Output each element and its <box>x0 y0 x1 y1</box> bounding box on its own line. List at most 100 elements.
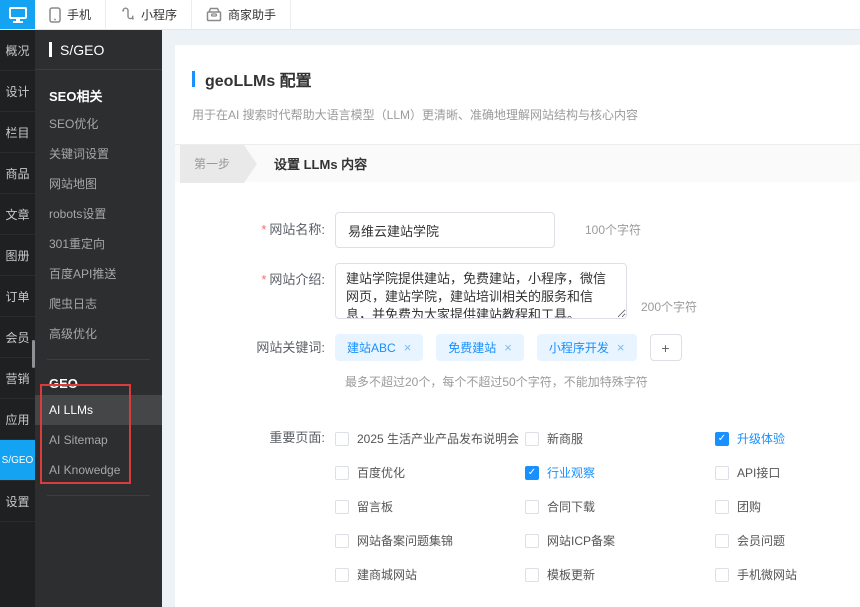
site-intro-row: * 网站介绍: 建站学院提供建站，免费建站，小程序，微信网页，建站学院，建站培训相… <box>175 263 860 319</box>
page-checkbox-item[interactable]: 网站ICP备案 <box>525 532 715 549</box>
checkbox-icon[interactable] <box>335 533 349 548</box>
keyword-tag: 免费建站 × <box>436 334 524 361</box>
page-checkbox-item[interactable]: ✓ 行业观察 <box>525 464 715 481</box>
page-checkbox-item[interactable]: 模板更新 <box>525 566 715 583</box>
secondary-sidebar: S/GEO SEO相关 SEO优化 关键词设置 网站地图 robots设置 301重定向百… <box>35 30 162 607</box>
page-checkbox-item[interactable]: 2025 生活产业产品发布说明会 <box>335 430 525 447</box>
page-checkbox-item[interactable]: 新商服 <box>525 430 715 447</box>
site-intro-hint: 200个字符 <box>641 300 698 314</box>
content-card: geoLLMs 配置 用于在AI 搜索时代帮助大语言模型（LLM）更清晰、准确地… <box>175 45 860 607</box>
checkbox-icon[interactable] <box>335 567 349 582</box>
remove-tag-icon[interactable]: × <box>617 340 625 355</box>
page-checkbox-item[interactable]: 网站备案问题集锦 <box>335 532 525 549</box>
site-name-row: *网站名称: 100个字符 <box>175 212 860 248</box>
checkbox-icon[interactable] <box>525 431 539 446</box>
page-checkbox-label: API接口 <box>737 466 781 480</box>
tab-mobile[interactable]: 手机 <box>35 0 107 29</box>
subsidebar-item-网站地图[interactable]: 网站地图 <box>35 169 162 199</box>
sidebar-item-应用[interactable]: 应用 <box>0 399 35 440</box>
subsidebar-item-爬虫日志[interactable]: 爬虫日志 <box>35 289 162 319</box>
page-subtitle: 用于在AI 搜索时代帮助大语言模型（LLM）更清晰、准确地理解网站结构与核心内容 <box>192 108 639 122</box>
checkbox-icon[interactable] <box>715 465 729 480</box>
checkbox-icon[interactable] <box>525 533 539 548</box>
site-name-hint: 100个字符 <box>585 223 642 237</box>
sidebar-item-商品[interactable]: 商品 <box>0 153 35 194</box>
sidebar-item-图册[interactable]: 图册 <box>0 235 35 276</box>
checkbox-checked-icon[interactable]: ✓ <box>525 465 539 480</box>
subsidebar-section-SEO相关[interactable]: SEO相关 <box>35 70 162 109</box>
site-intro-label: * 网站介绍: <box>261 272 325 287</box>
remove-tag-icon[interactable]: × <box>504 340 512 355</box>
page-checkbox-label: 团购 <box>737 500 762 514</box>
sidebar-item-会员[interactable]: 会员 <box>0 317 35 358</box>
page-checkbox-label: 模板更新 <box>547 568 596 582</box>
checkbox-icon[interactable] <box>335 431 349 446</box>
title-accent-bar <box>49 42 52 57</box>
page-checkbox-item[interactable]: 会员问题 <box>715 532 860 549</box>
subsidebar-item-AI Knowedge[interactable]: AI Knowedge <box>35 455 162 485</box>
page-checkbox-item[interactable]: 团购 <box>715 498 860 515</box>
sidebar-item-设置[interactable]: 设置 <box>0 481 35 522</box>
sidebar-item-栏目[interactable]: 栏目 <box>0 112 35 153</box>
subsidebar-item-高级优化[interactable]: 高级优化 <box>35 319 162 349</box>
step-title: 设置 LLMs 内容 <box>274 157 368 172</box>
checkbox-checked-icon[interactable]: ✓ <box>715 431 729 446</box>
sidebar-item-营销[interactable]: 营销 <box>0 358 35 399</box>
important-pages-label: 重要页面: <box>269 430 325 445</box>
subsidebar-item-robots设置[interactable]: robots设置 <box>35 199 162 229</box>
page-checkbox-label: 建商城网站 <box>357 568 418 582</box>
sidebar-item-概况[interactable]: 概况 <box>0 30 35 71</box>
page-checkbox-item[interactable]: 留言板 <box>335 498 525 515</box>
page-checkbox-item[interactable]: API接口 <box>715 464 860 481</box>
page-checkbox-item[interactable]: 合同下载 <box>525 498 715 515</box>
page-checkbox-item[interactable]: 手机微网站 <box>715 566 860 583</box>
phone-icon <box>49 6 61 23</box>
sidebar-item-S/GEO[interactable]: S/GEO <box>0 440 35 481</box>
important-pages-row: 重要页面: 2025 生活产业产品发布说明会 新商服 ✓ 升级体验 百度优化 ✓ 行业观察 A… <box>175 430 860 583</box>
page-checkbox-item[interactable]: ✓ 升级体验 <box>715 430 860 447</box>
checkbox-icon[interactable] <box>525 499 539 514</box>
llms-form: *网站名称: 100个字符 *网站介绍: 建站学院提供建站，免费建站，小程序，微… <box>175 182 860 583</box>
site-intro-textarea[interactable]: 建站学院提供建站，免费建站，小程序，微信网页，建站学院，建站培训相关的服务和信息… <box>335 263 627 319</box>
checkbox-icon[interactable] <box>715 567 729 582</box>
page-title: geoLLMs 配置 <box>205 73 312 90</box>
remove-tag-icon[interactable]: × <box>404 340 412 355</box>
tab-merchant-assistant[interactable]: 商家助手 <box>192 0 292 29</box>
keywords-row: 网站关键词: 建站ABC × 免费建站 × 小程序开发 × + <box>175 334 860 361</box>
sidebar-item-设计[interactable]: 设计 <box>0 71 35 112</box>
subsidebar-item-AI Sitemap[interactable]: AI Sitemap <box>35 425 162 455</box>
page-title-accent-bar <box>192 71 195 87</box>
subsidebar-item-301重定向[interactable]: 301重定向 <box>35 229 162 259</box>
site-name-input[interactable] <box>335 212 555 248</box>
subsidebar-item-AI LLMs[interactable]: AI LLMs <box>35 395 162 425</box>
checkbox-icon[interactable] <box>335 465 349 480</box>
pc-view-tab[interactable] <box>0 0 35 29</box>
page-checkbox-item[interactable]: 建商城网站 <box>335 566 525 583</box>
tab-miniprogram[interactable]: 小程序 <box>106 0 193 29</box>
subsidebar-item-SEO优化[interactable]: SEO优化 <box>35 109 162 139</box>
tab-merchant-assistant-label: 商家助手 <box>228 8 277 22</box>
secondary-sidebar-title-text: S/GEO <box>60 41 105 58</box>
page-checkbox-label: 行业观察 <box>547 466 596 480</box>
keywords-hint: 最多不超过20个，每个不超过50个字符，不能加特殊字符 <box>345 375 648 389</box>
main-area: geoLLMs 配置 用于在AI 搜索时代帮助大语言模型（LLM）更清晰、准确地… <box>162 30 860 607</box>
required-asterisk: * <box>261 222 267 237</box>
merchant-assistant-icon <box>206 7 222 22</box>
page-checkbox-label: 新商服 <box>547 432 584 446</box>
keyword-tag-label: 小程序开发 <box>548 341 609 355</box>
page-checkbox-label: 升级体验 <box>737 432 786 446</box>
monitor-icon <box>8 6 27 23</box>
subsidebar-section-GEO[interactable]: GEO <box>35 360 162 395</box>
sidebar-item-文章[interactable]: 文章 <box>0 194 35 235</box>
step-badge: 第一步 <box>180 144 257 183</box>
checkbox-icon[interactable] <box>715 533 729 548</box>
add-keyword-button[interactable]: + <box>649 334 682 361</box>
keyword-tags: 建站ABC × 免费建站 × 小程序开发 × + <box>335 334 682 361</box>
page-checkbox-item[interactable]: 百度优化 <box>335 464 525 481</box>
checkbox-icon[interactable] <box>525 567 539 582</box>
checkbox-icon[interactable] <box>715 499 729 514</box>
subsidebar-item-关键词设置[interactable]: 关键词设置 <box>35 139 162 169</box>
checkbox-icon[interactable] <box>335 499 349 514</box>
subsidebar-item-百度API推送[interactable]: 百度API推送 <box>35 259 162 289</box>
sidebar-item-订单[interactable]: 订单 <box>0 276 35 317</box>
